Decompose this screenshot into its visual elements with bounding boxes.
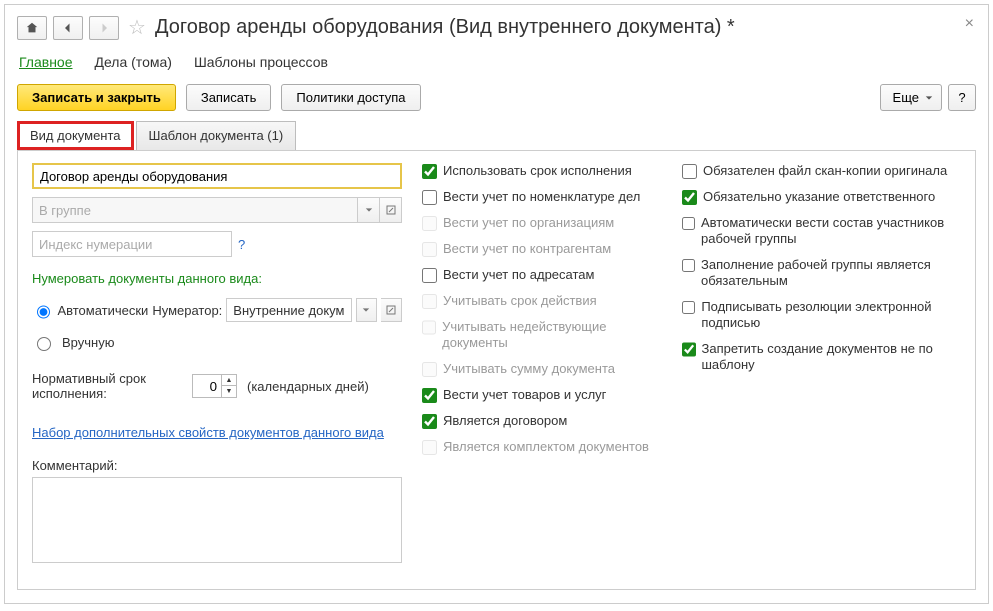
checkbox-row-обязателен-файл-скан-копии-оригинала[interactable]: Обязателен файл скан-копии оригинала (682, 163, 961, 179)
checkbox-вести-учет-по-контрагентам (422, 242, 437, 257)
tab-document-template[interactable]: Шаблон документа (1) (136, 121, 297, 150)
checkbox-запретить-создание-документов-не-по-шабл[interactable] (682, 342, 696, 357)
checkbox-вести-учет-по-номенклатуре-дел[interactable] (422, 190, 437, 205)
checkbox-row-учитывать-сумму-документа: Учитывать сумму документа (422, 361, 662, 377)
checkbox-row-вести-учет-по-номенклатуре-дел[interactable]: Вести учет по номенклатуре дел (422, 189, 662, 205)
checkbox-row-автоматически-вести-состав-участников-ра[interactable]: Автоматически вести состав участников ра… (682, 215, 961, 247)
numbering-auto-radio[interactable] (37, 305, 50, 319)
checkbox-является-договором[interactable] (422, 414, 437, 429)
numbering-manual-label[interactable]: Вручную (62, 335, 114, 350)
checkbox-row-обязательно-указание-ответственного[interactable]: Обязательно указание ответственного (682, 189, 961, 205)
checkbox-label: Вести учет по адресатам (443, 267, 594, 283)
checkbox-заполнение-рабочей-группы-является-обяза[interactable] (682, 258, 695, 273)
checkbox-row-вести-учет-по-контрагентам: Вести учет по контрагентам (422, 241, 662, 257)
nav-process-templates[interactable]: Шаблоны процессов (194, 54, 328, 70)
checkbox-label: Обязательно указание ответственного (703, 189, 935, 205)
checkbox-row-вести-учет-товаров-и-услуг[interactable]: Вести учет товаров и услуг (422, 387, 662, 403)
checkbox-вести-учет-по-адресатам[interactable] (422, 268, 437, 283)
numbering-manual-radio[interactable] (37, 337, 51, 351)
checkbox-label: Учитывать сумму документа (443, 361, 615, 377)
arrow-left-icon (62, 22, 74, 34)
checkbox-label: Вести учет товаров и услуг (443, 387, 606, 403)
numerator-label: Нумератор: (152, 303, 222, 318)
numbering-section-title: Нумеровать документы данного вида: (32, 271, 402, 286)
checkbox-учитывать-недействующие-документы (422, 320, 436, 335)
checkbox-label: Вести учет по организациям (443, 215, 614, 231)
home-icon (25, 21, 39, 35)
chevron-down-icon (925, 94, 933, 102)
help-button[interactable]: ? (948, 84, 976, 111)
open-icon (386, 205, 396, 215)
checkbox-row-подписывать-резолюции-электронной-подпис[interactable]: Подписывать резолюции электронной подпис… (682, 299, 961, 331)
checkbox-label: Запретить создание документов не по шабл… (702, 341, 962, 373)
group-dropdown-button[interactable] (358, 197, 380, 223)
numbering-index-input[interactable] (32, 231, 232, 257)
checkbox-label: Вести учет по номенклатуре дел (443, 189, 640, 205)
checkbox-label: Учитывать недействующие документы (442, 319, 662, 351)
spinner-up-button[interactable]: ▲ (222, 375, 236, 386)
checkbox-использовать-срок-исполнения[interactable] (422, 164, 437, 179)
chevron-down-icon (365, 206, 373, 214)
checkbox-label: Автоматически вести состав участников ра… (701, 215, 961, 247)
arrow-right-icon (98, 22, 110, 34)
tab-document-type[interactable]: Вид документа (17, 121, 134, 150)
back-button[interactable] (53, 16, 83, 40)
numerator-open-button[interactable] (381, 298, 402, 322)
home-button[interactable] (17, 16, 47, 40)
checkbox-учитывать-срок-действия (422, 294, 437, 309)
more-button[interactable]: Еще (880, 84, 942, 111)
checkbox-row-является-договором[interactable]: Является договором (422, 413, 662, 429)
checkbox-label: Вести учет по контрагентам (443, 241, 611, 257)
checkbox-row-вести-учет-по-адресатам[interactable]: Вести учет по адресатам (422, 267, 662, 283)
checkbox-row-учитывать-недействующие-документы: Учитывать недействующие документы (422, 319, 662, 351)
doc-name-input[interactable] (32, 163, 402, 189)
checkbox-подписывать-резолюции-электронной-подпис[interactable] (682, 300, 695, 315)
checkbox-row-является-комплектом-документов: Является комплектом документов (422, 439, 662, 455)
numbering-auto-label[interactable]: Автоматически (57, 303, 148, 318)
checkbox-обязательно-указание-ответственного[interactable] (682, 190, 697, 205)
checkbox-label: Обязателен файл скан-копии оригинала (703, 163, 947, 179)
checkbox-учитывать-сумму-документа (422, 362, 437, 377)
spinner-down-button[interactable]: ▼ (222, 386, 236, 397)
checkbox-row-запретить-создание-документов-не-по-шабл[interactable]: Запретить создание документов не по шабл… (682, 341, 961, 373)
checkbox-label: Заполнение рабочей группы является обяза… (701, 257, 961, 289)
checkbox-label: Учитывать срок действия (443, 293, 597, 309)
numerator-dropdown-button[interactable] (356, 298, 377, 322)
save-button[interactable]: Записать (186, 84, 272, 111)
checkbox-label: Использовать срок исполнения (443, 163, 632, 179)
open-icon (386, 305, 396, 315)
nav-cases[interactable]: Дела (тома) (95, 54, 172, 70)
extra-props-link[interactable]: Набор дополнительных свойств документов … (32, 425, 402, 440)
norm-term-input[interactable] (192, 374, 222, 398)
checkbox-автоматически-вести-состав-участников-ра[interactable] (682, 216, 695, 231)
favorite-icon[interactable]: ☆ (125, 15, 149, 40)
norm-term-label: Нормативный срок исполнения: (32, 371, 182, 401)
checkbox-вести-учет-товаров-и-услуг[interactable] (422, 388, 437, 403)
checkbox-вести-учет-по-организациям (422, 216, 437, 231)
group-input[interactable] (32, 197, 358, 223)
numerator-select[interactable]: Внутренние докум (226, 298, 351, 322)
close-icon[interactable]: × (965, 15, 974, 33)
forward-button[interactable] (89, 16, 119, 40)
comment-label: Комментарий: (32, 458, 402, 473)
numbering-help-icon[interactable]: ? (238, 237, 245, 252)
page-title: Договор аренды оборудования (Вид внутрен… (155, 16, 735, 39)
comment-textarea[interactable] (32, 477, 402, 563)
checkbox-row-использовать-срок-исполнения[interactable]: Использовать срок исполнения (422, 163, 662, 179)
norm-term-unit: (календарных дней) (247, 379, 369, 394)
group-open-button[interactable] (380, 197, 402, 223)
checkbox-является-комплектом-документов (422, 440, 437, 455)
nav-main[interactable]: Главное (19, 54, 73, 70)
save-and-close-button[interactable]: Записать и закрыть (17, 84, 176, 111)
checkbox-row-учитывать-срок-действия: Учитывать срок действия (422, 293, 662, 309)
checkbox-label: Является договором (443, 413, 567, 429)
checkbox-label: Является комплектом документов (443, 439, 649, 455)
chevron-down-icon (362, 306, 370, 314)
access-policies-button[interactable]: Политики доступа (281, 84, 420, 111)
checkbox-label: Подписывать резолюции электронной подпис… (701, 299, 961, 331)
checkbox-обязателен-файл-скан-копии-оригинала[interactable] (682, 164, 697, 179)
checkbox-row-вести-учет-по-организациям: Вести учет по организациям (422, 215, 662, 231)
checkbox-row-заполнение-рабочей-группы-является-обяза[interactable]: Заполнение рабочей группы является обяза… (682, 257, 961, 289)
